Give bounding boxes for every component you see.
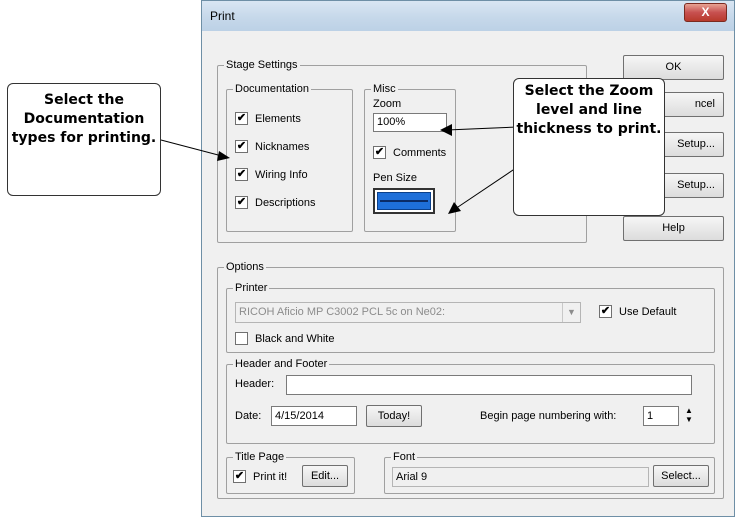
begin-page-input[interactable]: 1 (643, 406, 679, 426)
font-select-button[interactable]: Select... (653, 465, 709, 487)
descriptions-label: Descriptions (255, 196, 316, 209)
check-icon: ✔ (235, 140, 248, 153)
spin-down-icon[interactable]: ▼ (683, 415, 695, 424)
pen-line (380, 200, 428, 202)
date-label: Date: (235, 410, 262, 422)
zoom-value: 100% (377, 116, 406, 128)
pen-color-swatch (377, 192, 431, 210)
font-label: Font (391, 450, 418, 464)
zoom-callout-text: Select the Zoom level and line thickness… (516, 83, 662, 137)
chevron-down-icon: ▼ (562, 303, 580, 322)
print-it-label: Print it! (253, 470, 288, 483)
unchecked-icon (235, 332, 248, 345)
edit-button[interactable]: Edit... (302, 465, 348, 487)
comments-checkbox[interactable]: ✔ Comments (373, 146, 446, 159)
setup-label-1: Setup... (677, 138, 715, 150)
cancel-label: ncel (694, 98, 715, 110)
help-button[interactable]: Help (623, 216, 724, 241)
check-icon: ✔ (233, 470, 246, 483)
check-icon: ✔ (235, 196, 248, 209)
begin-page-label: Begin page numbering with: (480, 410, 617, 422)
printer-value: RICOH Aficio MP C3002 PCL 5c on Ne02: (239, 306, 446, 318)
printer-group: Printer RICOH Aficio MP C3002 PCL 5c on … (226, 281, 715, 353)
font-group: Font Arial 9 Select... (384, 450, 715, 494)
begin-page-value: 1 (647, 410, 654, 422)
use-default-label: Use Default (619, 305, 677, 318)
printer-label: Printer (233, 281, 270, 295)
elements-label: Elements (255, 112, 301, 125)
spin-up-icon[interactable]: ▲ (683, 406, 695, 415)
comments-label: Comments (393, 146, 447, 159)
today-label: Today! (377, 410, 411, 422)
date-input[interactable]: 4/15/2014 (271, 406, 357, 426)
font-select-label: Select... (661, 470, 701, 482)
pen-size-selector[interactable] (373, 188, 435, 214)
documentation-label: Documentation (233, 82, 311, 96)
printer-select[interactable]: RICOH Aficio MP C3002 PCL 5c on Ne02: ▼ (235, 302, 581, 323)
font-display: Arial 9 (392, 467, 649, 487)
use-default-checkbox[interactable]: ✔ Use Default (599, 305, 676, 318)
descriptions-checkbox[interactable]: ✔ Descriptions (235, 196, 316, 209)
misc-label: Misc (371, 82, 398, 96)
wiring-info-label: Wiring Info (255, 168, 308, 181)
title-page-label: Title Page (233, 450, 287, 464)
options-group: Options Printer RICOH Aficio MP C3002 PC… (217, 260, 724, 499)
title-bar: Print X (202, 1, 734, 31)
documentation-callout: Select the Documentation types for print… (7, 83, 161, 196)
zoom-field[interactable]: 100% (373, 113, 447, 132)
font-value: Arial 9 (396, 471, 428, 483)
header-footer-label: Header and Footer (233, 357, 330, 371)
documentation-group: Documentation ✔ Elements ✔ Nicknames ✔ W… (226, 82, 353, 232)
nicknames-label: Nicknames (255, 140, 310, 153)
check-icon: ✔ (235, 112, 248, 125)
help-label: Help (662, 222, 685, 234)
pen-size-label: Pen Size (373, 172, 418, 184)
nicknames-checkbox[interactable]: ✔ Nicknames (235, 140, 309, 153)
zoom-label: Zoom (373, 98, 402, 110)
setup-label-2: Setup... (677, 179, 715, 191)
close-icon: X (701, 5, 710, 19)
check-icon: ✔ (235, 168, 248, 181)
dialog-title: Print (210, 9, 235, 23)
edit-label: Edit... (310, 470, 340, 482)
header-footer-group: Header and Footer Header: Date: 4/15/201… (226, 357, 715, 444)
options-label: Options (224, 260, 266, 274)
page-spinner[interactable]: ▲ ▼ (683, 406, 695, 426)
print-it-checkbox[interactable]: ✔ Print it! (233, 470, 287, 483)
documentation-callout-text: Select the Documentation types for print… (11, 92, 157, 146)
header-label: Header: (235, 378, 275, 390)
ok-label: OK (665, 61, 682, 73)
ok-button[interactable]: OK (623, 55, 724, 80)
zoom-callout: Select the Zoom level and line thickness… (513, 78, 665, 216)
title-page-group: Title Page ✔ Print it! Edit... (226, 450, 355, 494)
elements-checkbox[interactable]: ✔ Elements (235, 112, 301, 125)
date-value: 4/15/2014 (275, 410, 324, 422)
black-white-checkbox[interactable]: Black and White (235, 332, 334, 345)
check-icon: ✔ (373, 146, 386, 159)
wiring-info-checkbox[interactable]: ✔ Wiring Info (235, 168, 308, 181)
check-icon: ✔ (599, 305, 612, 318)
today-button[interactable]: Today! (366, 405, 422, 427)
header-input[interactable] (286, 375, 692, 395)
close-button[interactable]: X (684, 3, 727, 22)
black-white-label: Black and White (255, 332, 335, 345)
misc-group: Misc Zoom 100% ✔ Comments Pen Size (364, 82, 456, 232)
stage-settings-label: Stage Settings (224, 58, 300, 72)
